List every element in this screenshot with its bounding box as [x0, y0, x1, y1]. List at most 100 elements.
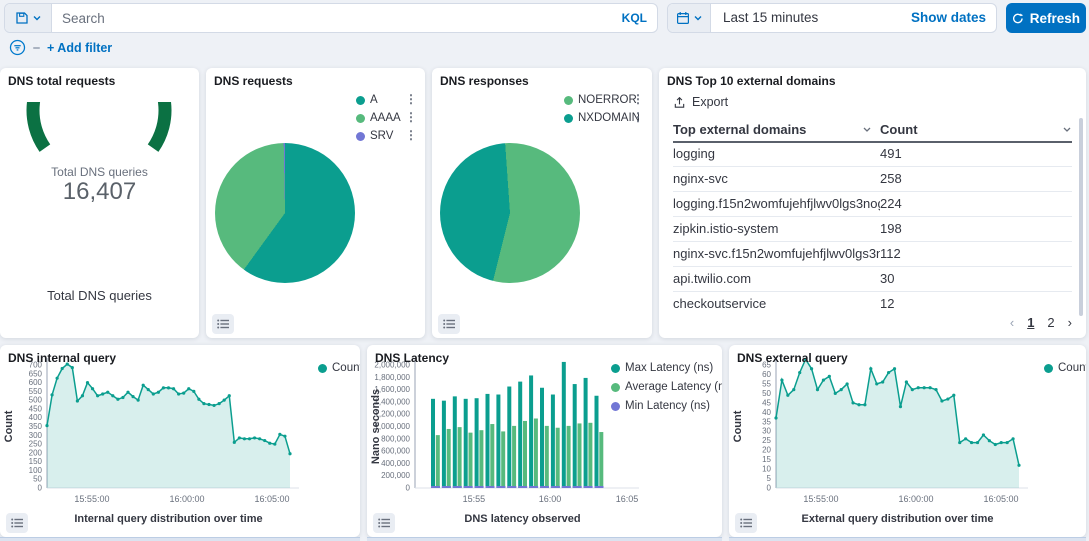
domain-cell: zipkin.istio-system [673, 217, 880, 241]
svg-text:5: 5 [767, 474, 772, 483]
legend-item-noerror[interactable]: NOERROR [564, 94, 637, 106]
dns-responses-pie-chart[interactable] [440, 143, 580, 283]
legend-item-min-latency[interactable]: Min Latency (ns) [611, 400, 710, 412]
time-picker-calendar-button[interactable] [668, 4, 711, 32]
show-dates-button[interactable]: Show dates [901, 4, 996, 32]
legend-item-srv[interactable]: SRV [356, 130, 393, 142]
refresh-icon [1012, 12, 1024, 25]
pagination-page-1[interactable]: 1 [1027, 315, 1034, 330]
legend-label: NXDOMAIN [578, 112, 640, 124]
column-header-count[interactable]: Count [880, 122, 1072, 137]
legend-item-aaaa[interactable]: AAAA [356, 112, 401, 124]
column-header-domains[interactable]: Top external domains [673, 122, 880, 137]
dns-requests-pie-chart[interactable] [215, 143, 355, 283]
panel-title[interactable]: DNS responses [440, 74, 529, 88]
panel-dns-requests: DNS requests A ⋮ AAAA ⋮ SRV ⋮ [206, 68, 425, 338]
legend-item-average-latency[interactable]: Average Latency (ns) [611, 381, 722, 393]
kql-language-button[interactable]: KQL [612, 11, 657, 25]
table-row: nginx-svc.f15n2womfujehfjlwv0lgs3no... 1… [673, 242, 1072, 267]
legend-menu-icon[interactable]: ⋮ [632, 94, 644, 104]
panel-title[interactable]: DNS internal query [8, 351, 116, 365]
svg-text:600: 600 [29, 378, 43, 387]
legend-item-max-latency[interactable]: Max Latency (ns) [611, 362, 713, 374]
svg-text:45: 45 [762, 398, 771, 407]
filter-icon[interactable] [9, 39, 26, 56]
panel-dns-external-query: DNS external query 051015202530354045505… [729, 345, 1086, 537]
table-row: zipkin.istio-system 198 [673, 217, 1072, 242]
svg-text:Count: Count [3, 410, 15, 442]
svg-text:40: 40 [762, 408, 771, 417]
next-row-panel-edge [0, 537, 360, 541]
legend-toggle-button[interactable] [735, 513, 757, 533]
table-row: checkoutservice 12 [673, 292, 1072, 316]
legend-label: Max Latency (ns) [625, 362, 713, 374]
legend-label: AAAA [370, 112, 401, 124]
table-body: logging 491 nginx-svc 258 logging.f15n2w… [673, 142, 1072, 316]
count-cell: 491 [880, 142, 1072, 166]
table-scrollbar[interactable] [1079, 118, 1083, 316]
external-query-area-chart[interactable]: 0510152025303540455055606515:55:0016:00:… [729, 345, 1086, 537]
table-header-row: Top external domains Count [673, 118, 1072, 143]
legend-menu-icon[interactable]: ⋮ [405, 130, 417, 140]
add-filter-button[interactable]: + Add filter [47, 41, 112, 55]
svg-text:Internal query distribution ov: Internal query distribution over time [74, 513, 262, 525]
svg-text:0: 0 [767, 484, 772, 493]
domain-cell: logging.f15n2womfujehfjlwv0lgs3nog.... [673, 192, 880, 216]
svg-text:15:55:00: 15:55:00 [803, 494, 838, 504]
search-control: KQL [4, 3, 658, 33]
time-picker: Last 15 minutes Show dates [667, 3, 997, 33]
internal-query-area-chart[interactable]: 0501001502002503003504004505005506006507… [0, 345, 360, 537]
legend-menu-icon[interactable]: ⋮ [405, 112, 417, 122]
pagination-prev-icon[interactable]: ‹ [1010, 315, 1014, 330]
search-input[interactable] [52, 4, 612, 32]
panel-title[interactable]: DNS requests [214, 74, 293, 88]
panel-title[interactable]: DNS Latency [375, 351, 449, 365]
list-icon [217, 319, 229, 329]
list-icon [443, 319, 455, 329]
legend-dot [356, 114, 365, 123]
svg-text:650: 650 [29, 369, 43, 378]
table-row: logging 491 [673, 142, 1072, 167]
legend-menu-icon[interactable]: ⋮ [405, 94, 417, 104]
time-range-value[interactable]: Last 15 minutes [711, 4, 901, 32]
pagination-next-icon[interactable]: › [1068, 315, 1072, 330]
panel-title[interactable]: DNS Top 10 external domains [667, 74, 836, 88]
svg-text:500: 500 [29, 396, 43, 405]
legend-dot [611, 402, 620, 411]
legend-dot [318, 364, 327, 373]
table-row: logging.f15n2womfujehfjlwv0lgs3nog.... 2… [673, 192, 1072, 217]
svg-text:550: 550 [29, 387, 43, 396]
svg-text:100: 100 [29, 466, 43, 475]
legend-item-nxdomain[interactable]: NXDOMAIN [564, 112, 640, 124]
legend-menu-icon[interactable]: ⋮ [632, 112, 644, 122]
kibana-dns-dashboard: { "query_bar": { "search_placeholder": "… [0, 0, 1089, 540]
refresh-label: Refresh [1030, 11, 1080, 26]
legend-toggle-button[interactable] [373, 513, 395, 533]
column-label: Count [880, 122, 918, 137]
svg-text:150: 150 [29, 457, 43, 466]
panel-title[interactable]: DNS external query [737, 351, 848, 365]
legend-dot [564, 96, 573, 105]
count-cell: 30 [880, 267, 1072, 291]
legend-item-a[interactable]: A [356, 94, 378, 106]
svg-text:16:00:00: 16:00:00 [169, 494, 204, 504]
svg-text:Count: Count [732, 410, 744, 442]
save-icon [15, 11, 29, 25]
legend-item-count[interactable]: Count [1044, 362, 1086, 374]
export-button[interactable]: Export [673, 95, 728, 109]
svg-text:20: 20 [762, 446, 771, 455]
svg-text:50: 50 [33, 475, 42, 484]
refresh-button[interactable]: Refresh [1006, 3, 1086, 33]
legend-item-count[interactable]: Count [318, 362, 360, 374]
legend-toggle-button[interactable] [212, 314, 234, 334]
legend-dot [611, 364, 620, 373]
pagination-page-2[interactable]: 2 [1047, 315, 1054, 330]
panel-title[interactable]: DNS total requests [8, 74, 115, 88]
chevron-down-icon [32, 13, 42, 23]
filter-bar: + Add filter [9, 39, 112, 56]
saved-query-menu-button[interactable] [5, 4, 52, 32]
legend-toggle-button[interactable] [6, 513, 28, 533]
svg-text:15:55: 15:55 [463, 494, 486, 504]
legend-toggle-button[interactable] [438, 314, 460, 334]
table-row: api.twilio.com 30 [673, 267, 1072, 292]
